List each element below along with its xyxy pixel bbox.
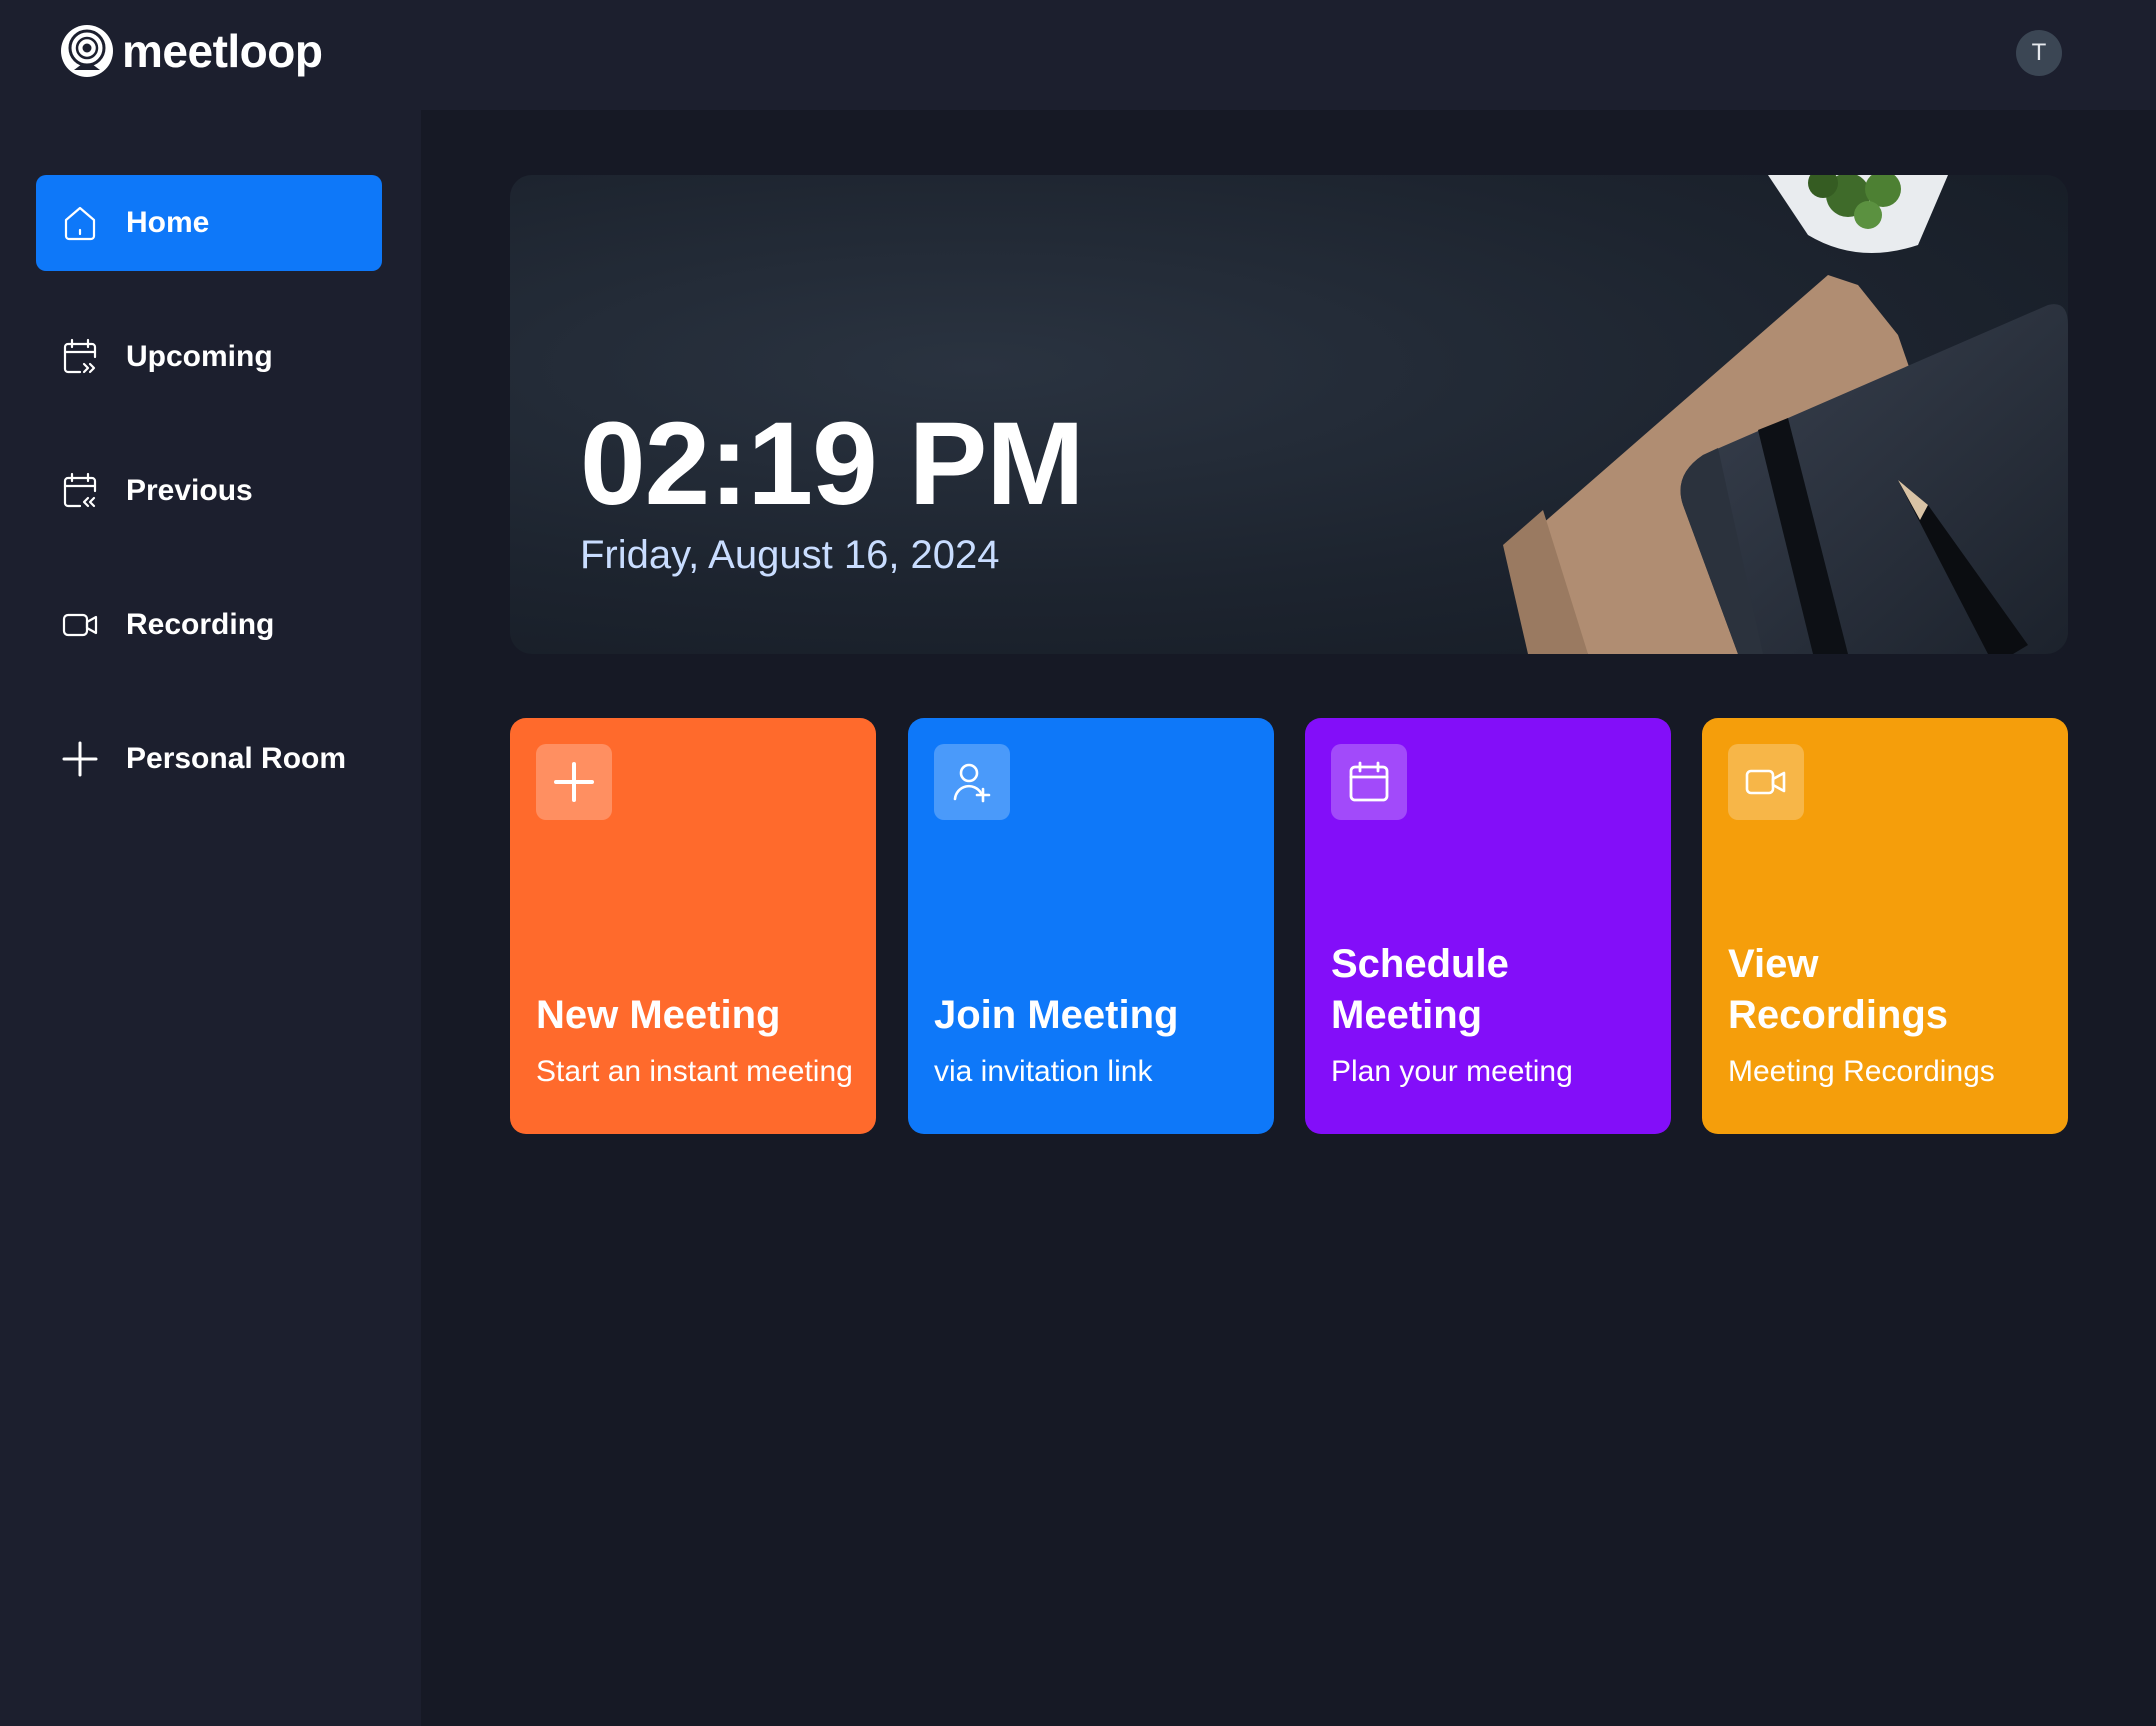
avatar-initial: T [2031,39,2047,66]
sidebar-item-label: Personal Room [126,742,347,775]
card-title: Join Meeting [934,993,1179,1038]
join-meeting-card[interactable]: Join Meeting via invitation link [908,718,1274,1134]
card-text: Join Meeting via invitation link [934,990,1254,1094]
card-title: View Recordings [1728,942,1949,1038]
top-bar: meetloop T [0,0,2156,110]
video-icon [1728,744,1804,820]
sidebar-item-home[interactable]: Home [36,175,382,271]
sidebar-item-personal-room[interactable]: Personal Room [36,711,382,807]
card-subtitle: via invitation link [934,1055,1153,1088]
new-meeting-card[interactable]: New Meeting Start an instant meeting [510,718,876,1134]
sidebar-item-upcoming[interactable]: Upcoming [36,309,382,405]
desk-notebook-illustration [1503,175,2068,654]
plus-icon [536,744,612,820]
schedule-meeting-card[interactable]: Schedule Meeting Plan your meeting [1305,718,1671,1134]
current-date: Friday, August 16, 2024 [580,533,1000,577]
sidebar-item-label: Upcoming [126,340,273,373]
app-name: meetloop [122,25,323,77]
plus-icon [60,739,100,779]
sidebar-item-label: Home [126,206,210,239]
sidebar: Home Upcoming Previous Recording Persona… [0,110,421,1726]
logo-webcam-icon [61,25,113,77]
logo[interactable]: meetloop [60,24,323,78]
calendar-back-icon [60,471,100,511]
video-icon [60,605,100,645]
card-subtitle: Meeting Recordings [1728,1055,1995,1088]
card-subtitle: Start an instant meeting [536,1055,853,1088]
sidebar-item-previous[interactable]: Previous [36,443,382,539]
add-user-icon [934,744,1010,820]
sidebar-item-label: Previous [126,474,253,507]
view-recordings-card[interactable]: View Recordings Meeting Recordings [1702,718,2068,1134]
card-title: Schedule Meeting [1331,942,1509,1038]
card-text: View Recordings Meeting Recordings [1728,939,2048,1094]
home-icon [60,203,100,243]
calendar-icon [1331,744,1407,820]
card-subtitle: Plan your meeting [1331,1055,1573,1088]
card-text: New Meeting Start an instant meeting [536,990,856,1094]
card-text: Schedule Meeting Plan your meeting [1331,939,1651,1094]
hero-banner: 02:19 PM Friday, August 16, 2024 [510,175,2068,654]
sidebar-item-label: Recording [126,608,275,641]
sidebar-item-recording[interactable]: Recording [36,577,382,673]
calendar-forward-icon [60,337,100,377]
card-title: New Meeting [536,993,781,1038]
current-time: 02:19 PM [580,398,1085,530]
user-avatar[interactable]: T [2016,30,2062,76]
